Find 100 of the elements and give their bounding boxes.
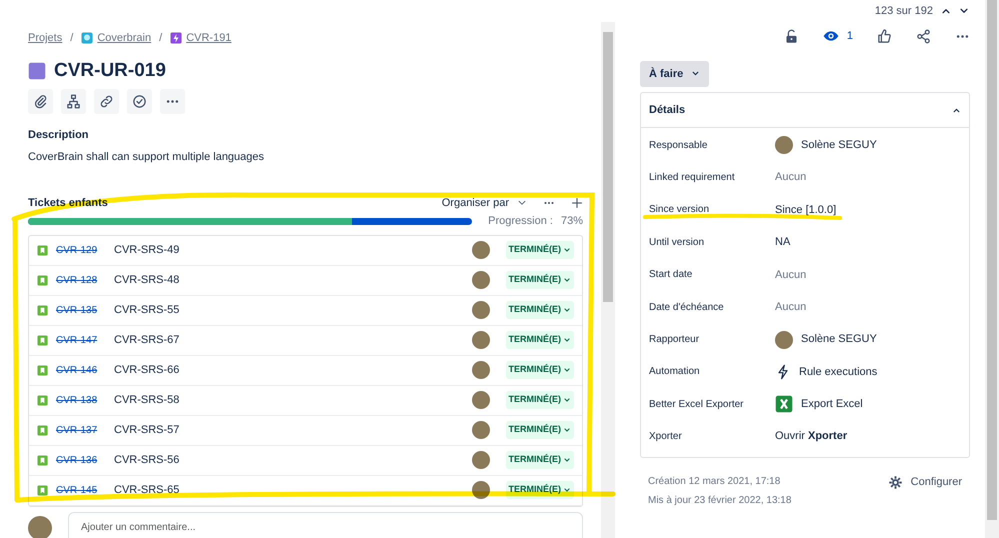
issue-summary: CVR-SRS-67: [114, 332, 180, 348]
organize-dropdown[interactable]: Organiser par: [442, 194, 527, 212]
story-icon: [37, 364, 48, 376]
more-button[interactable]: [160, 89, 185, 114]
breadcrumb-separator: /: [159, 31, 162, 46]
description-text: CoverBrain shall can support multiple languages: [28, 150, 266, 164]
project-avatar-icon: [81, 32, 94, 44]
chevron-down-icon: [563, 306, 571, 314]
status-button[interactable]: À faire: [640, 60, 710, 87]
chevron-down-icon: [563, 276, 571, 284]
issue-key-link[interactable]: CVR-146: [56, 362, 106, 378]
issue-key-link[interactable]: CVR-136: [56, 452, 106, 468]
story-icon: [37, 484, 48, 496]
progress-value: 73%: [560, 214, 583, 229]
status-lozenge[interactable]: TERMINÉ(E): [506, 301, 574, 319]
field-label: Xporter: [649, 430, 683, 444]
issue-key-link[interactable]: CVR-145: [56, 482, 106, 498]
checkmark-circle-icon: [132, 94, 147, 109]
checkmark-circle-button[interactable]: [127, 89, 152, 114]
status-lozenge[interactable]: TERMINÉ(E): [506, 271, 574, 289]
story-icon: [37, 274, 48, 286]
spreadsheet-icon: [775, 395, 793, 414]
created-date: Création 12 mars 2021, 17:18: [648, 474, 782, 489]
status-lozenge[interactable]: TERMINÉ(E): [506, 421, 574, 439]
status-lozenge[interactable]: TERMINÉ(E): [506, 331, 574, 349]
description-heading: Description: [28, 128, 90, 143]
attachment-icon: [33, 94, 48, 109]
breadcrumb-link[interactable]: Coverbrain: [97, 30, 152, 46]
watchers-button[interactable]: 1: [822, 28, 853, 44]
issue-summary: CVR-SRS-66: [114, 362, 180, 378]
issue-key-link[interactable]: CVR-135: [56, 302, 106, 318]
issue-key-link[interactable]: CVR-137: [56, 422, 106, 438]
field-value: Aucun: [775, 268, 806, 282]
field-value: Aucun: [775, 170, 806, 186]
scrollbar-thumb[interactable]: [603, 32, 613, 302]
field-label: Linked requirement: [649, 171, 736, 186]
avatar: [472, 241, 490, 259]
attachment-button[interactable]: [28, 89, 53, 114]
chevron-up-icon[interactable]: [941, 6, 951, 16]
progress-label: Progression :: [488, 214, 553, 229]
issue-summary: CVR-SRS-49: [114, 242, 180, 258]
chevron-down-icon: [563, 486, 571, 494]
status-lozenge[interactable]: TERMINÉ(E): [506, 391, 574, 409]
field-label: Automation: [649, 365, 701, 380]
pagination-text: 123 sur 192: [874, 4, 933, 19]
hierarchy-button[interactable]: [61, 89, 86, 114]
issue-key-link[interactable]: CVR-128: [56, 272, 106, 288]
field-label: Responsable: [649, 138, 708, 153]
issue-key-link[interactable]: CVR-129: [56, 242, 106, 258]
field-label: Date d'échéance: [649, 300, 725, 315]
configure-button[interactable]: Configurer: [888, 474, 962, 490]
person-name[interactable]: Solène SEGUY: [801, 136, 877, 154]
field-label: Start date: [649, 268, 694, 282]
unlocked-padlock-icon[interactable]: [784, 28, 799, 44]
gear-icon: [888, 474, 903, 490]
story-icon: [37, 454, 48, 466]
field-value: Aucun: [775, 300, 806, 315]
breadcrumb-separator: /: [70, 31, 74, 46]
story-icon: [37, 244, 48, 256]
issue-summary: CVR-SRS-57: [114, 422, 180, 438]
avatar: [775, 330, 793, 349]
issue-summary: CVR-SRS-48: [114, 272, 180, 288]
avatar: [472, 331, 490, 349]
avatar: [472, 421, 490, 439]
avatar: [472, 271, 490, 289]
issue-key-link[interactable]: CVR-138: [56, 392, 106, 408]
automation-link[interactable]: Rule executions: [799, 364, 878, 380]
scrollbar-thumb[interactable]: [987, 0, 997, 520]
comment-field[interactable]: Ajouter un commentaire...: [68, 512, 583, 538]
story-icon: [37, 334, 48, 346]
field-label: Rapporteur: [649, 333, 700, 348]
field-label: Better Excel Exporter: [649, 398, 744, 412]
breadcrumb-link[interactable]: Projets: [28, 30, 62, 46]
story-icon: [37, 394, 48, 406]
export-link[interactable]: Export Excel: [801, 396, 863, 413]
avatar: [472, 391, 490, 409]
status-lozenge[interactable]: TERMINÉ(E): [506, 361, 574, 379]
chevron-down-icon: [563, 426, 571, 434]
issue-summary: CVR-SRS-55: [114, 302, 180, 318]
status-lozenge[interactable]: TERMINÉ(E): [506, 451, 574, 469]
chevron-down-icon[interactable]: [959, 6, 969, 16]
xporter-link[interactable]: Ouvrir Xporter: [775, 428, 848, 445]
field-label: Until version: [649, 236, 706, 250]
person-name[interactable]: Solène SEGUY: [801, 331, 877, 348]
plus-icon: [571, 196, 583, 209]
details-header[interactable]: Détails: [641, 93, 969, 128]
thumbs-up-icon[interactable]: [877, 28, 892, 44]
link-button[interactable]: [94, 89, 119, 114]
share-icon[interactable]: [916, 28, 931, 44]
breadcrumb-link[interactable]: CVR-191: [186, 30, 232, 46]
chevron-down-icon: [563, 246, 571, 254]
avatar: [472, 301, 490, 319]
issue-summary: CVR-SRS-58: [114, 392, 180, 408]
avatar: [472, 451, 490, 469]
field-value: NA: [775, 235, 790, 250]
status-lozenge[interactable]: TERMINÉ(E): [506, 241, 574, 259]
field-label: Since version: [649, 203, 710, 218]
story-icon: [37, 304, 48, 316]
chevron-down-icon: [563, 456, 571, 464]
issue-key-link[interactable]: CVR-147: [56, 332, 106, 348]
